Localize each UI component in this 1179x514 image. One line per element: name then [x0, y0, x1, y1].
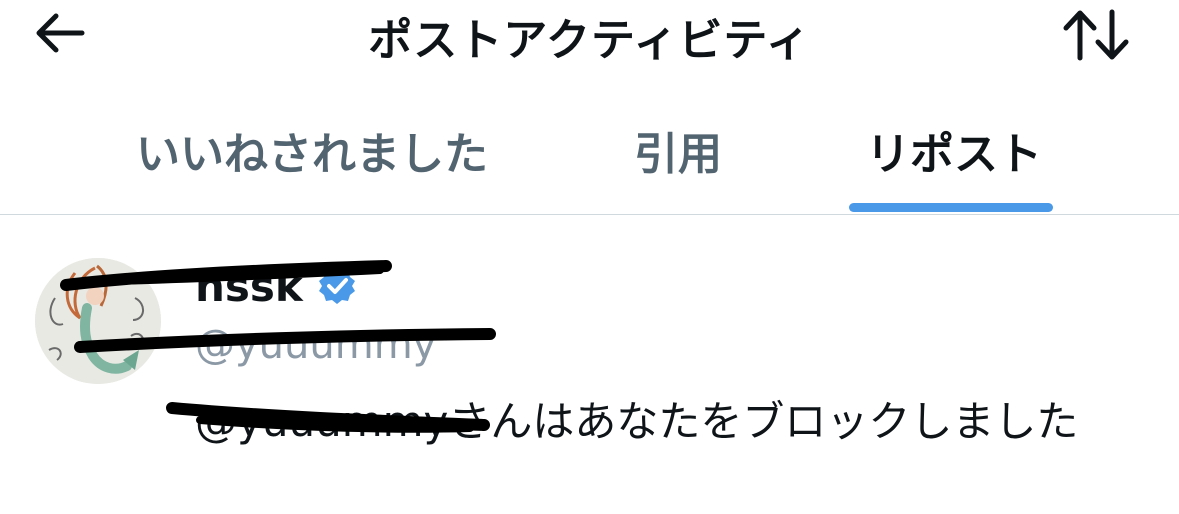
mermaid-illustration: [35, 258, 161, 384]
activity-tabs: いいねされました 引用 リポスト: [0, 96, 1179, 215]
sort-button[interactable]: [1058, 4, 1138, 64]
user-handle: @yuuummy: [195, 322, 437, 368]
tab-reposts[interactable]: リポスト: [866, 118, 1042, 182]
user-row[interactable]: nssk @yuuummy @yuuummyさんはあなたをブロックしました: [0, 230, 1179, 490]
user-display-name[interactable]: nssk: [195, 262, 303, 311]
sort-arrows-icon: [1063, 9, 1129, 61]
active-tab-indicator: [849, 203, 1053, 212]
verified-badge-icon: [318, 268, 355, 304]
top-bar: ポストアクティビティ: [0, 0, 1179, 80]
tab-quotes[interactable]: 引用: [634, 118, 722, 182]
avatar[interactable]: [35, 258, 161, 384]
user-name-line[interactable]: nssk: [195, 258, 357, 314]
tab-likes[interactable]: いいねされました: [136, 118, 488, 182]
blocked-notice: @yuuummyさんはあなたをブロックしました: [195, 397, 1079, 446]
page-title: ポストアクティビティ: [368, 15, 811, 66]
